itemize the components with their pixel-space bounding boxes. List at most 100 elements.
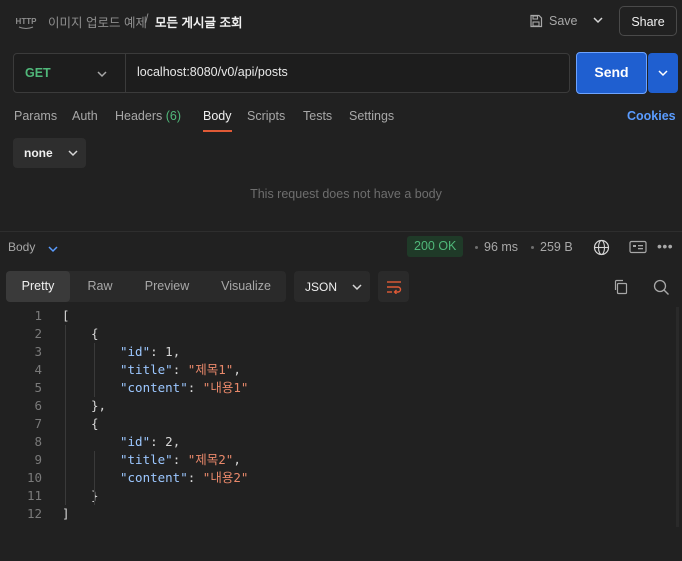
code-line: 3 "id": 1, (0, 343, 682, 361)
tab-tests[interactable]: Tests (303, 109, 332, 123)
code-line: 9 "title": "제목2", (0, 451, 682, 469)
code-token-punct: , (172, 434, 181, 449)
response-divider[interactable] (0, 231, 682, 232)
body-type-value: none (24, 146, 53, 160)
code-token-str: "내용1" (202, 380, 249, 395)
separator-dot (475, 246, 478, 249)
header-bar: HTTP 이미지 업로드 예제 / 모든 게시글 조회 Save Share (0, 0, 682, 42)
http-icon: HTTP (15, 10, 37, 32)
save-label: Save (549, 14, 578, 28)
code-token-str: "제목1" (187, 362, 234, 377)
wrap-icon (386, 280, 401, 294)
indent-guide (65, 325, 66, 505)
breadcrumb-request-name[interactable]: 모든 게시글 조회 (155, 12, 242, 31)
line-number: 6 (34, 398, 42, 413)
method-select[interactable]: GET (25, 66, 51, 80)
code-text: "id": 1, (120, 343, 180, 361)
status-badge[interactable]: 200 OK (407, 236, 464, 257)
chevron-down-icon (658, 70, 668, 77)
code-token-key: "content" (120, 380, 188, 395)
tab-auth[interactable]: Auth (72, 109, 98, 123)
code-token-punct: : (187, 380, 203, 395)
search-icon[interactable] (653, 279, 670, 299)
response-size[interactable]: 259 B (540, 240, 573, 254)
code-line: 11} (0, 487, 682, 505)
view-tab-pretty[interactable]: Pretty (6, 271, 70, 302)
code-text: }, (91, 397, 106, 415)
code-line: 6}, (0, 397, 682, 415)
response-section-chevron-down-icon[interactable] (47, 243, 59, 258)
code-token-str: "제목2" (187, 452, 234, 467)
code-text: "title": "제목2", (120, 451, 241, 469)
save-button[interactable]: Save (529, 9, 578, 33)
code-line: 7{ (0, 415, 682, 433)
code-line: 4 "title": "제목1", (0, 361, 682, 379)
code-line: 8 "id": 2, (0, 433, 682, 451)
view-tab-preview[interactable]: Preview (136, 271, 198, 302)
code-token-punct: [ (62, 308, 70, 323)
svg-text:HTTP: HTTP (16, 17, 37, 26)
save-options-chevron-down-icon[interactable] (592, 14, 604, 29)
line-number: 9 (34, 452, 42, 467)
method-chevron-down-icon[interactable] (96, 68, 108, 83)
code-token-key: "id" (120, 434, 151, 449)
format-select[interactable]: JSON (294, 271, 370, 302)
tab-params[interactable]: Params (14, 109, 57, 123)
indent-guide (94, 343, 95, 397)
code-text: "id": 2, (120, 433, 180, 451)
code-text: [ (62, 307, 70, 325)
copy-icon[interactable] (613, 279, 629, 298)
code-text: ] (62, 505, 70, 523)
indent-guide (94, 451, 95, 505)
url-input[interactable]: localhost:8080/v0/api/posts (137, 65, 288, 79)
globe-icon[interactable] (593, 239, 610, 259)
request-url-bar: GET localhost:8080/v0/api/posts (13, 53, 570, 93)
code-scrollbar[interactable] (676, 307, 679, 527)
view-tab-visualize[interactable]: Visualize (212, 271, 280, 302)
chevron-down-icon (352, 283, 362, 290)
tab-body[interactable]: Body (203, 109, 232, 123)
code-line: 12] (0, 505, 682, 523)
url-divider (125, 54, 126, 92)
code-text: "content": "내용1" (120, 379, 248, 397)
response-section-select[interactable]: Body (8, 240, 35, 254)
more-icon[interactable]: ••• (657, 238, 673, 254)
tab-settings[interactable]: Settings (349, 109, 394, 123)
line-number: 11 (26, 488, 42, 503)
breadcrumb-collection[interactable]: 이미지 업로드 예제 (48, 12, 147, 31)
line-number: 4 (34, 362, 42, 377)
share-button[interactable]: Share (619, 6, 677, 36)
tab-headers[interactable]: Headers (6) (115, 109, 181, 123)
code-line: 5 "content": "내용1" (0, 379, 682, 397)
view-tab-raw[interactable]: Raw (76, 271, 124, 302)
code-token-num: 2 (165, 434, 173, 449)
line-number: 12 (26, 506, 42, 521)
line-number: 1 (34, 308, 42, 323)
response-time[interactable]: 96 ms (484, 240, 518, 254)
code-line: 1[ (0, 307, 682, 325)
code-token-punct: , (233, 362, 241, 377)
line-number: 10 (26, 470, 42, 485)
code-text: { (91, 325, 99, 343)
cookies-link[interactable]: Cookies (627, 109, 676, 123)
headers-count-badge: (6) (165, 109, 182, 123)
tab-scripts[interactable]: Scripts (247, 109, 285, 123)
body-type-select[interactable]: none (13, 138, 86, 168)
code-text: "title": "제목1", (120, 361, 241, 379)
wrap-lines-button[interactable] (378, 271, 409, 302)
save-icon (530, 14, 543, 28)
code-token-punct: : (172, 452, 188, 467)
send-button[interactable]: Send (576, 52, 647, 94)
send-options-button[interactable] (648, 53, 678, 93)
code-token-punct: : (150, 434, 166, 449)
code-text: { (91, 415, 99, 433)
tab-headers-label: Headers (115, 109, 163, 123)
code-token-key: "title" (120, 452, 173, 467)
code-token-punct: { (91, 326, 99, 341)
code-text: "content": "내용2" (120, 469, 248, 487)
response-body-code[interactable]: 1[2{3 "id": 1, 4 "title": "제목1", 5 "content":… (0, 307, 682, 523)
code-token-punct: , (233, 452, 241, 467)
code-token-punct: : (150, 344, 166, 359)
code-token-str: "내용2" (202, 470, 249, 485)
save-response-icon[interactable] (629, 240, 647, 257)
